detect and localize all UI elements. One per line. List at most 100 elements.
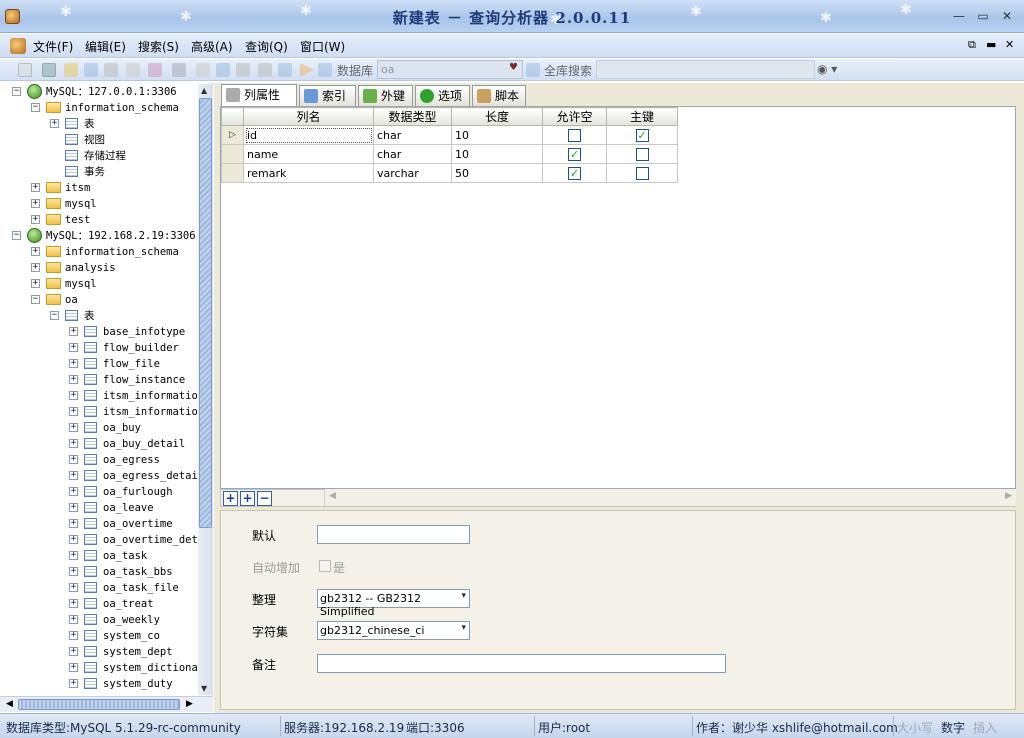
cell-data-type[interactable]: char	[373, 125, 452, 145]
expand-icon[interactable]: +	[69, 631, 78, 640]
mdi-maximize-icon[interactable]: ▬	[986, 38, 996, 51]
open-icon[interactable]	[64, 63, 78, 77]
undo-icon[interactable]	[236, 63, 250, 77]
redo-icon[interactable]	[258, 63, 272, 77]
expand-icon[interactable]: +	[31, 183, 40, 192]
table-row[interactable]: remark varchar 50 ✓	[221, 163, 678, 183]
cell-length[interactable]: 10	[451, 144, 543, 164]
cell-data-type[interactable]: char	[373, 144, 452, 164]
expand-icon[interactable]: +	[69, 647, 78, 656]
new-icon[interactable]	[18, 63, 32, 77]
chevron-down-icon[interactable]: ▾	[461, 623, 466, 633]
tab-indexes[interactable]: 索引	[299, 85, 356, 106]
nullable-checkbox[interactable]: ✓	[568, 147, 581, 161]
scroll-up-icon[interactable]: ▲	[201, 86, 207, 95]
global-search-input[interactable]	[596, 60, 815, 79]
collapse-icon[interactable]: −	[12, 231, 21, 240]
grid-horizontal-scrollbar[interactable]: ◀ ▶	[324, 489, 1016, 506]
auto-increment-checkbox[interactable]	[319, 560, 331, 572]
tab-foreign-keys[interactable]: 外键	[358, 85, 413, 106]
cell-column-name[interactable]: name	[243, 144, 374, 164]
expand-icon[interactable]: +	[69, 343, 78, 352]
menu-search[interactable]: 搜索(S)	[138, 38, 179, 55]
minimize-button[interactable]: —	[950, 8, 968, 24]
expand-icon[interactable]: +	[69, 327, 78, 336]
scroll-right-icon[interactable]: ▶	[1005, 491, 1012, 501]
expand-icon[interactable]: +	[69, 423, 78, 432]
scroll-down-icon[interactable]: ▼	[201, 684, 207, 693]
find-icon[interactable]	[216, 63, 230, 77]
expand-icon[interactable]: +	[50, 119, 59, 128]
expand-icon[interactable]: +	[69, 615, 78, 624]
menu-advanced[interactable]: 高级(A)	[191, 38, 233, 55]
menu-file[interactable]: 文件(F)	[33, 38, 73, 55]
tab-options[interactable]: 选项	[415, 85, 470, 106]
mdi-close-icon[interactable]: ✕	[1005, 38, 1014, 51]
cell-length[interactable]: 50	[451, 163, 543, 183]
database-select[interactable]: oa ♥	[377, 60, 523, 79]
expand-icon[interactable]: +	[69, 535, 78, 544]
collapse-icon[interactable]: −	[31, 295, 40, 304]
expand-icon[interactable]: +	[69, 375, 78, 384]
primary-key-checkbox[interactable]: ✓	[635, 128, 649, 142]
header-length[interactable]: 长度	[451, 107, 543, 126]
expand-icon[interactable]: +	[31, 247, 40, 256]
insert-column-icon[interactable]: +	[240, 491, 255, 506]
header-data-type[interactable]: 数据类型	[373, 107, 452, 126]
chevron-down-icon[interactable]: ▾	[461, 591, 466, 601]
header-primary-key[interactable]: 主键	[606, 107, 678, 126]
collapse-icon[interactable]: −	[31, 103, 40, 112]
expand-icon[interactable]: +	[69, 551, 78, 560]
scroll-left-icon[interactable]: ◀	[6, 699, 13, 709]
expand-icon[interactable]: +	[69, 487, 78, 496]
tab-script[interactable]: 脚本	[472, 85, 526, 106]
add-column-icon[interactable]: +	[223, 491, 238, 506]
expand-icon[interactable]: +	[69, 567, 78, 576]
collapse-icon[interactable]: −	[50, 311, 59, 320]
nullable-checkbox[interactable]	[568, 128, 581, 142]
expand-icon[interactable]: +	[31, 215, 40, 224]
save-icon[interactable]	[42, 63, 56, 77]
cell-data-type[interactable]: varchar	[373, 163, 452, 183]
tree-hscroll-thumb[interactable]	[18, 699, 180, 710]
paste-icon[interactable]	[148, 63, 162, 77]
primary-key-checkbox[interactable]	[635, 147, 649, 161]
scroll-right-icon[interactable]: ▶	[186, 699, 193, 709]
header-column-name[interactable]: 列名	[243, 107, 374, 126]
expand-icon[interactable]: +	[69, 663, 78, 672]
collapse-icon[interactable]: −	[12, 87, 21, 96]
expand-icon[interactable]: +	[69, 407, 78, 416]
cell-column-name[interactable]: id	[243, 125, 374, 145]
expand-icon[interactable]: +	[69, 503, 78, 512]
expand-icon[interactable]: +	[31, 263, 40, 272]
maximize-button[interactable]: ▭	[974, 8, 992, 24]
table-row[interactable]: ▷ id char 10 ✓	[221, 125, 678, 145]
cut-icon[interactable]	[104, 63, 118, 77]
menu-query[interactable]: 查询(Q)	[245, 38, 288, 55]
header-nullable[interactable]: 允许空	[542, 107, 607, 126]
default-input[interactable]	[317, 525, 470, 544]
primary-key-checkbox[interactable]	[635, 166, 649, 180]
scroll-left-icon[interactable]: ◀	[329, 491, 336, 501]
refresh-icon[interactable]	[84, 63, 98, 77]
collation-select[interactable]: gb2312 -- GB2312 Simplified ▾	[317, 589, 470, 618]
run-icon[interactable]	[300, 63, 314, 77]
close-button[interactable]: ✕	[998, 8, 1016, 24]
dropdown-arrow-icon[interactable]: ♥	[509, 62, 518, 73]
copy-icon[interactable]	[126, 63, 140, 77]
remove-column-icon[interactable]: −	[257, 491, 272, 506]
expand-icon[interactable]: +	[69, 455, 78, 464]
replace-icon[interactable]	[196, 63, 210, 77]
expand-icon[interactable]: +	[69, 391, 78, 400]
expand-icon[interactable]: +	[69, 583, 78, 592]
expand-icon[interactable]: +	[69, 679, 78, 688]
settings-icon[interactable]	[278, 63, 292, 77]
expand-icon[interactable]: +	[69, 439, 78, 448]
expand-icon[interactable]: +	[69, 519, 78, 528]
menu-edit[interactable]: 编辑(E)	[85, 38, 126, 55]
eraser-icon[interactable]	[172, 63, 186, 77]
nullable-checkbox[interactable]: ✓	[568, 166, 581, 180]
expand-icon[interactable]: +	[69, 599, 78, 608]
tree-scroll-thumb[interactable]	[199, 98, 212, 528]
expand-icon[interactable]: +	[69, 471, 78, 480]
